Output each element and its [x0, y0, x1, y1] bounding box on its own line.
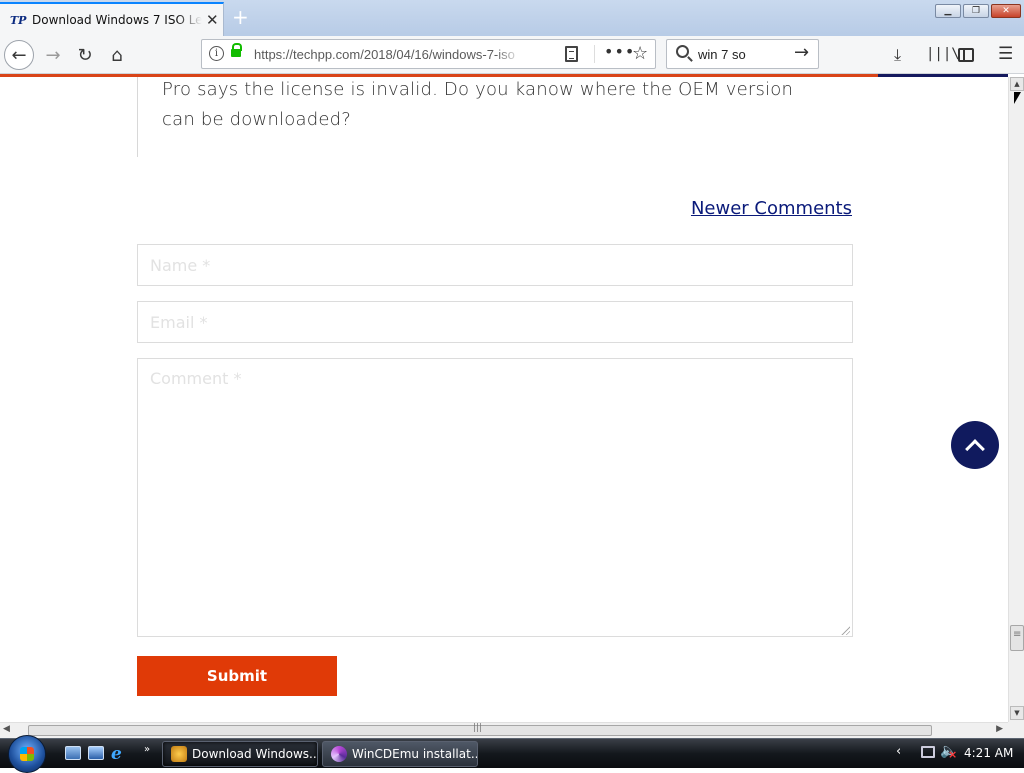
scroll-up-arrow-icon[interactable]: ▲: [1010, 77, 1024, 91]
taskbar-item-firefox[interactable]: Download Windows...: [162, 741, 318, 767]
taskbar-item-wincdemu[interactable]: WinCDEmu installat...: [322, 741, 478, 767]
window-close-button[interactable]: ✕: [991, 4, 1021, 18]
secure-lock-icon[interactable]: [231, 43, 242, 57]
windows-taskbar: e » Download Windows... WinCDEmu install…: [0, 735, 1024, 773]
wincdemu-disc-icon: [331, 746, 347, 762]
submit-button[interactable]: Submit: [137, 656, 337, 696]
reload-button[interactable]: ↻: [70, 40, 100, 70]
page-actions-icon[interactable]: •••: [604, 42, 635, 61]
newer-comments-link[interactable]: Newer Comments: [691, 198, 852, 219]
show-desktop-icon[interactable]: [65, 746, 81, 760]
taskbar-item-label: Download Windows...: [192, 747, 318, 761]
tab-close-icon[interactable]: ✕: [206, 11, 219, 29]
sidebar-icon[interactable]: [958, 48, 974, 62]
comment-body: Pro says the license is invalid. Do you …: [137, 77, 837, 157]
horizontal-scrollbar[interactable]: ◀ ▶: [0, 722, 1008, 738]
show-hidden-icons-chevron-icon[interactable]: ‹: [896, 744, 901, 759]
hamburger-menu-icon[interactable]: ☰: [998, 44, 1013, 64]
volume-muted-icon[interactable]: 🔈: [940, 743, 958, 761]
comment-textarea[interactable]: [137, 358, 853, 637]
email-field[interactable]: [137, 301, 853, 343]
home-button[interactable]: ⌂: [102, 40, 132, 70]
scrollbar-corner: [1008, 722, 1024, 738]
forward-button[interactable]: →: [38, 40, 68, 70]
scroll-right-arrow-icon[interactable]: ▶: [996, 724, 1003, 734]
scroll-left-arrow-icon[interactable]: ◀: [3, 724, 10, 734]
vertical-scrollbar[interactable]: ▲ ▼: [1008, 77, 1024, 722]
vertical-scroll-thumb[interactable]: [1010, 625, 1024, 651]
scroll-down-arrow-icon[interactable]: ▼: [1010, 706, 1024, 720]
scroll-to-top-button[interactable]: [951, 421, 999, 469]
back-button[interactable]: ←: [4, 40, 34, 70]
window-minimize-button[interactable]: ▁: [935, 4, 961, 18]
search-bar[interactable]: win 7 so →: [666, 39, 819, 69]
mouse-cursor-icon: [1014, 92, 1021, 104]
site-info-icon[interactable]: i: [209, 46, 224, 61]
chevron-up-icon: [965, 438, 985, 459]
quicklaunch-more-icon[interactable]: »: [144, 744, 150, 755]
urlbar-separator: [594, 45, 595, 63]
horizontal-scroll-thumb[interactable]: [28, 723, 932, 736]
url-text[interactable]: https://techpp.com/2018/04/16/windows-7-…: [254, 47, 522, 62]
start-button[interactable]: [8, 735, 46, 773]
taskbar-item-label: WinCDEmu installat...: [352, 747, 478, 761]
site-favicon-icon: TP: [10, 13, 27, 27]
search-input[interactable]: win 7 so: [698, 47, 746, 62]
library-icon[interactable]: |||\: [926, 46, 960, 62]
system-clock[interactable]: 4:21 AM: [964, 746, 1013, 760]
firefox-icon: [171, 746, 187, 762]
web-page: Pro says the license is invalid. Do you …: [0, 77, 1008, 722]
new-tab-button[interactable]: +: [232, 5, 249, 29]
tab-title: Download Windows 7 ISO Legally: [32, 13, 202, 27]
internet-explorer-icon[interactable]: e: [111, 744, 122, 764]
window-restore-button[interactable]: ❐: [963, 4, 989, 18]
browser-tab[interactable]: TP Download Windows 7 ISO Legally ✕: [0, 2, 224, 36]
name-field[interactable]: [137, 244, 853, 286]
downloads-icon[interactable]: ⤓: [894, 45, 901, 65]
tab-strip: TP Download Windows 7 ISO Legally ✕ + ▁ …: [0, 0, 1024, 36]
search-icon: [676, 45, 689, 58]
navigation-toolbar: ← → ↻ ⌂ i https://techpp.com/2018/04/16/…: [0, 36, 1024, 74]
switch-windows-icon[interactable]: [88, 746, 104, 760]
search-go-icon[interactable]: →: [794, 42, 809, 63]
comment-text: Pro says the license is invalid. Do you …: [162, 79, 794, 130]
reader-view-icon[interactable]: [565, 46, 578, 62]
address-bar[interactable]: i https://techpp.com/2018/04/16/windows-…: [201, 39, 656, 69]
bookmark-star-icon[interactable]: ☆: [632, 43, 648, 64]
network-icon[interactable]: [921, 746, 935, 758]
